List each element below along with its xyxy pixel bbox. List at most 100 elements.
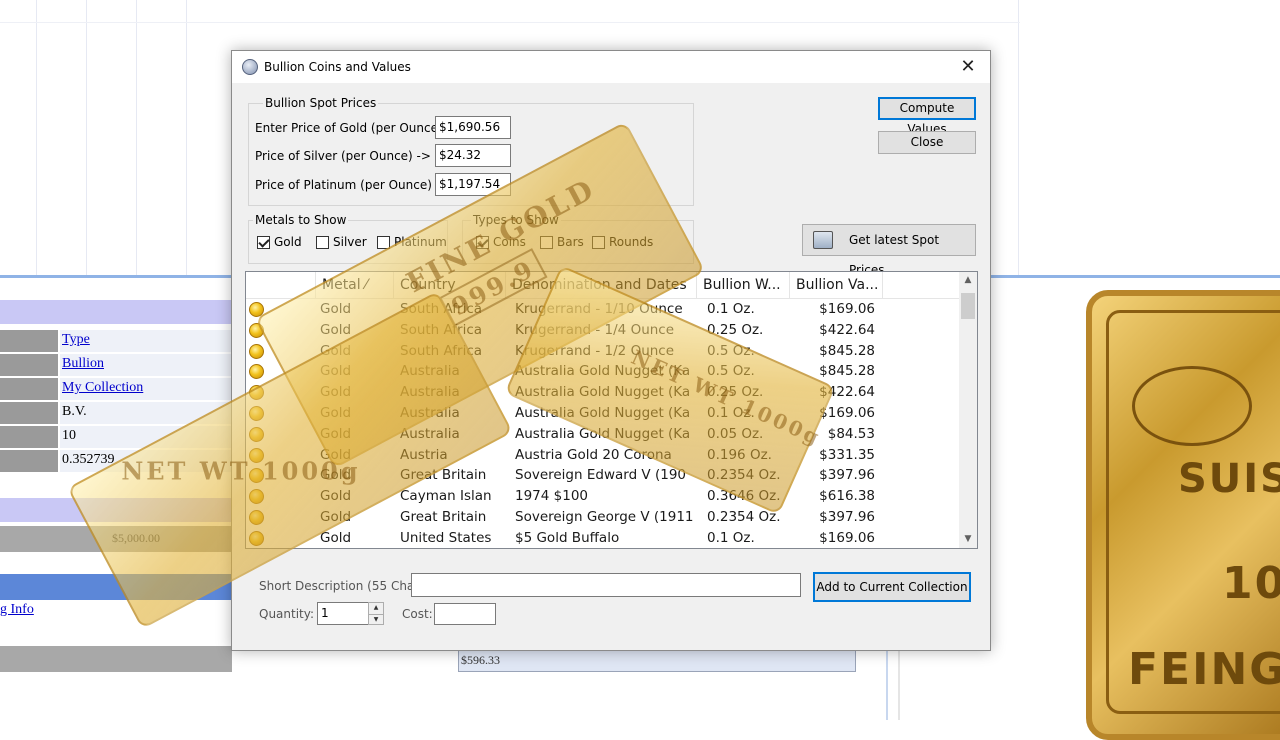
table-row[interactable]: Gold Australia Australia Gold Nugget (Ka 0.… (246, 361, 960, 382)
background-row-link[interactable]: Bullion (62, 356, 104, 371)
rounds-checkbox[interactable]: Rounds (592, 235, 653, 249)
background-footer-bar (0, 646, 232, 672)
background-row-text: B.V. (62, 404, 87, 419)
column-header-icon[interactable] (246, 272, 316, 299)
platinum-checkbox-label: Platinum (394, 235, 447, 249)
country-cell: South Africa (400, 342, 483, 359)
bullion-value-cell: $331.35 (819, 446, 875, 463)
background-row-link[interactable]: Type (62, 332, 90, 347)
metal-cell: Gold (320, 446, 352, 463)
background-section-band (0, 498, 232, 522)
app-coin-icon (242, 59, 258, 75)
metal-cell: Gold (320, 301, 352, 317)
metal-cell: Gold (320, 508, 352, 525)
stepper-down-icon[interactable]: ▼ (369, 613, 383, 625)
column-header-bullion-value[interactable]: Bullion Va... (790, 272, 883, 299)
close-icon[interactable]: ✕ (946, 51, 990, 83)
country-cell: Australia (400, 384, 460, 401)
bullion-weight-cell: 0.2354 Oz. (707, 508, 781, 525)
quantity-label: Quantity: (259, 607, 315, 621)
background-row-key-cell (0, 378, 58, 400)
table-row[interactable]: Gold South Africa Krugerrand - 1/4 Ounce 0.… (246, 320, 960, 341)
quantity-stepper[interactable]: ▲ ▼ (368, 602, 384, 625)
country-cell: Australia (400, 363, 460, 380)
coins-checkbox[interactable]: Coins (476, 235, 526, 249)
short-description-input[interactable] (411, 573, 801, 597)
table-row[interactable]: Gold United States $5 Gold Buffalo 0.1 Oz. $… (246, 528, 960, 548)
quantity-input[interactable]: 1 (317, 602, 369, 625)
column-header-bullion-weight[interactable]: Bullion W... (697, 272, 790, 299)
platinum-price-input[interactable]: $1,197.54 (435, 173, 511, 196)
column-header-metal[interactable]: Metal ⁄ (316, 272, 394, 299)
background-property-row: B.V. (0, 402, 232, 424)
bullion-weight-cell: 0.5 Oz. (707, 342, 755, 359)
silver-price-input[interactable]: $24.32 (435, 144, 511, 167)
bullion-weight-cell: 0.3646 Oz. (707, 488, 781, 505)
table-row[interactable]: Gold Great Britain Sovereign George V (191… (246, 507, 960, 528)
cash-register-icon (813, 231, 833, 249)
country-cell: Australia (400, 425, 460, 442)
short-description-label: Short Description (55 Chars (259, 579, 426, 593)
gold-coin-icon (249, 405, 264, 421)
table-row[interactable]: Gold South Africa Krugerrand - 1/2 Ounce 0.… (246, 341, 960, 362)
scroll-up-icon[interactable]: ▲ (959, 272, 977, 289)
scroll-down-icon[interactable]: ▼ (959, 531, 977, 548)
get-spot-prices-button[interactable]: Get latest Spot Prices (802, 224, 976, 277)
spot-prices-group-label: Bullion Spot Prices (263, 96, 379, 110)
scroll-thumb[interactable] (961, 293, 975, 319)
add-to-collection-button[interactable]: Add to Current Collection (813, 572, 971, 602)
background-row-link[interactable]: My Collection (62, 380, 143, 395)
bullion-value-cell: $397.96 (819, 467, 875, 484)
gold-coin-icon (249, 530, 264, 546)
table-row[interactable]: Gold Great Britain Sovereign Edward V (190… (246, 465, 960, 486)
gold-checkbox[interactable]: Gold (257, 235, 302, 249)
background-row-key-cell (0, 402, 58, 424)
silver-checkbox[interactable]: Silver (316, 235, 367, 249)
table-row[interactable]: Gold Australia Australia Gold Nugget (Ka 0.… (246, 424, 960, 445)
gold-price-label: Enter Price of Gold (per Ounce) -> (255, 121, 461, 135)
denomination-cell: Sovereign Edward V (190 (515, 467, 686, 484)
compute-values-button[interactable]: Compute Values (878, 97, 976, 136)
country-cell: South Africa (400, 301, 483, 317)
background-row-value-cell: Type (60, 330, 232, 352)
gold-price-input[interactable]: $1,690.56 (435, 116, 511, 139)
table-row[interactable]: Gold South Africa Krugerrand - 1/10 Ounce 0… (246, 299, 960, 320)
background-row-value-cell: B.V. (60, 402, 232, 424)
country-cell: Austria (400, 446, 448, 463)
column-header-country[interactable]: Country (394, 272, 506, 299)
gold-coin-icon (249, 343, 264, 359)
table-row[interactable]: Gold Austria Austria Gold 20 Corona 0.196 O… (246, 445, 960, 466)
cost-input[interactable] (434, 603, 496, 625)
metal-cell: Gold (320, 342, 352, 359)
cost-label: Cost: (402, 607, 433, 621)
denomination-cell: Krugerrand - 1/4 Ounce (515, 321, 675, 338)
close-button[interactable]: Close (878, 131, 976, 154)
table-row[interactable]: Gold Australia Australia Gold Nugget (Ka 0.… (246, 403, 960, 424)
platinum-checkbox[interactable]: Platinum (377, 235, 447, 249)
background-property-row: Type (0, 330, 232, 352)
background-info-link[interactable]: g Info (0, 602, 34, 617)
bullion-weight-cell: 0.1 Oz. (707, 301, 755, 317)
background-row-text: 0.352739 (62, 452, 115, 467)
row-icon-cell (246, 507, 316, 528)
coins-list-view[interactable]: Metal ⁄ Country Denomination and Dates B… (245, 271, 978, 549)
title-bar[interactable]: Bullion Coins and Values ✕ (232, 51, 990, 83)
list-vertical-scrollbar[interactable]: ▲ ▼ (959, 272, 977, 548)
denomination-cell: Australia Gold Nugget (Ka (515, 404, 691, 421)
bars-checkbox[interactable]: Bars (540, 235, 584, 249)
country-cell: South Africa (400, 321, 483, 338)
bars-checkbox-box (540, 235, 553, 249)
stepper-up-icon[interactable]: ▲ (369, 603, 383, 614)
silver-price-label: Price of Silver (per Ounce) -> (255, 149, 431, 163)
row-icon-cell (246, 382, 316, 403)
metal-cell: Gold (320, 529, 352, 546)
table-row[interactable]: Gold Australia Australia Gold Nugget (Ka 0.… (246, 382, 960, 403)
country-cell: Australia (400, 404, 460, 421)
bullion-weight-cell: 0.2354 Oz. (707, 467, 781, 484)
bullion-weight-cell: 0.05 Oz. (707, 425, 764, 442)
denomination-cell: Sovereign George V (1911 (515, 508, 694, 525)
gold-coin-icon (249, 322, 264, 338)
column-header-denomination[interactable]: Denomination and Dates (506, 272, 697, 299)
rounds-checkbox-label: Rounds (609, 235, 654, 249)
table-row[interactable]: Gold Cayman Islan 1974 $100 0.3646 Oz. $616.… (246, 486, 960, 507)
